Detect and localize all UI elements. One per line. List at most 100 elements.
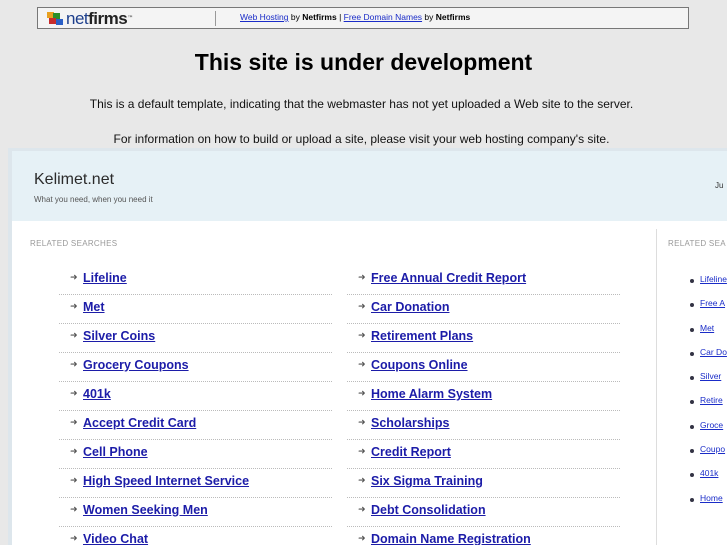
related-links-right: ➜ Free Annual Credit Report ➜ Car Donation… [347,267,620,545]
page-heading: This site is under development [194,49,533,75]
related-link[interactable]: Home Alarm System [371,387,492,401]
list-item: ➜ Lifeline [59,267,332,295]
netfirms-bar: netfirms ™ Web Hosting by Netfirms | Free… [37,7,689,29]
netfirms-logo[interactable]: netfirms ™ [47,10,133,27]
list-item: ➜ Credit Report [347,441,620,469]
side-link[interactable]: Groce [700,420,723,430]
related-link[interactable]: Scholarships [371,416,450,430]
arrow-icon: ➜ [70,360,78,370]
list-item: ➜ Women Seeking Men [59,499,332,527]
bullet-icon [690,497,694,502]
side-link[interactable]: Silver [700,371,721,381]
bullet-icon [690,351,694,356]
arrow-icon: ➜ [358,447,366,457]
arrow-icon: ➜ [358,389,366,399]
related-link[interactable]: Coupons Online [371,358,468,372]
related-link[interactable]: Domain Name Registration [371,532,531,545]
side-link[interactable]: 401k [700,468,718,478]
date-text: Ju [715,181,724,190]
arrow-icon: ➜ [358,476,366,486]
arrow-icon: ➜ [70,273,78,283]
parked-page-frame: Kelimet.net What you need, when you need… [8,148,727,545]
list-item: ➜ Scholarships [347,412,620,440]
list-item: ➜ Home Alarm System [347,383,620,411]
bullet-icon [690,376,694,381]
bullet-icon [690,473,694,478]
related-link[interactable]: Met [83,300,105,314]
list-item: ➜ High Speed Internet Service [59,470,332,498]
list-item: ➜ Silver Coins [59,325,332,353]
topbar-divider [215,11,216,26]
related-links-left: ➜ Lifeline ➜ Met ➜ Silver Coins ➜ Grocery Co… [59,267,332,545]
netfirms-logo-icon [47,11,64,26]
list-item: ➜ 401k [59,383,332,411]
list-item: ➜ Car Donation [347,296,620,324]
arrow-icon: ➜ [70,476,78,486]
related-link[interactable]: Car Donation [371,300,449,314]
side-link[interactable]: Home [700,493,723,503]
arrow-icon: ➜ [70,447,78,457]
list-item: ➜ Coupons Online [347,354,620,382]
column-divider [656,229,657,545]
arrow-icon: ➜ [70,389,78,399]
list-item: ➜ Retirement Plans [347,325,620,353]
list-item: ➜ Debt Consolidation [347,499,620,527]
bullet-icon [690,303,694,308]
arrow-icon: ➜ [70,302,78,312]
web-hosting-link[interactable]: Web Hosting [240,12,289,22]
related-link[interactable]: Six Sigma Training [371,474,483,488]
related-link[interactable]: Silver Coins [83,329,155,343]
related-searches-label: RELATED SEARCHES [30,239,118,248]
site-title: Kelimet.net [34,171,115,188]
related-link[interactable]: Women Seeking Men [83,503,208,517]
arrow-icon: ➜ [70,418,78,428]
side-link[interactable]: Retire [700,395,723,405]
side-link[interactable]: Free A [700,298,725,308]
related-link[interactable]: Free Annual Credit Report [371,271,526,285]
arrow-icon: ➜ [70,331,78,341]
bullet-icon [690,400,694,405]
bullet-icon [690,279,694,283]
list-item: ➜ Free Annual Credit Report [347,267,620,295]
hosting-info-notice: For information on how to build or uploa… [113,132,610,146]
list-item: ➜ Accept Credit Card [59,412,332,440]
related-link[interactable]: 401k [83,387,111,401]
arrow-icon: ➜ [358,534,366,544]
list-item: ➜ Domain Name Registration [347,528,620,545]
bullet-icon [690,424,694,429]
related-link[interactable]: Credit Report [371,445,451,459]
arrow-icon: ➜ [358,505,366,515]
list-item: ➜ Video Chat [59,528,332,545]
side-link[interactable]: Coupo [700,444,725,454]
free-domain-names-link[interactable]: Free Domain Names [344,12,422,22]
list-item: ➜ Cell Phone [59,441,332,469]
bullet-icon [690,449,694,454]
related-link[interactable]: Grocery Coupons [83,358,189,372]
arrow-icon: ➜ [70,534,78,544]
default-template-notice: This is a default template, indicating t… [89,97,634,111]
netfirms-logo-text: netfirms [66,9,128,28]
list-item: ➜ Grocery Coupons [59,354,332,382]
parked-header: Kelimet.net What you need, when you need… [12,151,727,221]
side-link[interactable]: Car Do [700,347,727,357]
list-item: ➜ Met [59,296,332,324]
arrow-icon: ➜ [70,505,78,515]
list-item: ➜ Six Sigma Training [347,470,620,498]
related-link[interactable]: Debt Consolidation [371,503,486,517]
bullet-icon [690,327,694,332]
related-link[interactable]: Cell Phone [83,445,148,459]
arrow-icon: ➜ [358,331,366,341]
side-link[interactable]: Lifeline [700,274,727,284]
related-link[interactable]: Retirement Plans [371,329,473,343]
arrow-icon: ➜ [358,360,366,370]
related-searches-label-side: RELATED SEA [668,239,726,248]
related-link[interactable]: Accept Credit Card [83,416,196,430]
related-link[interactable]: Lifeline [83,271,127,285]
topbar-links: Web Hosting by Netfirms | Free Domain Na… [240,12,471,22]
related-link[interactable]: High Speed Internet Service [83,474,249,488]
arrow-icon: ➜ [358,273,366,283]
site-tagline: What you need, when you need it [34,195,153,204]
arrow-icon: ➜ [358,418,366,428]
related-link[interactable]: Video Chat [83,532,148,545]
side-link[interactable]: Met [700,323,714,333]
